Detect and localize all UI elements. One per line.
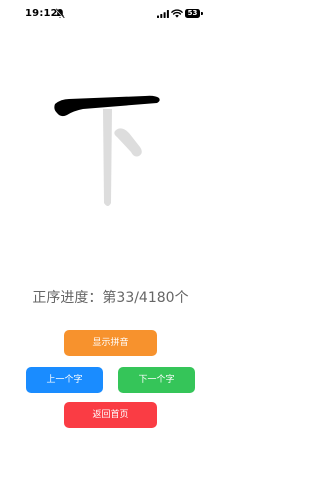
back-home-button[interactable]: 返回首页 [64, 402, 157, 428]
wifi-icon [171, 9, 183, 18]
next-character-button[interactable]: 下一个字 [118, 367, 195, 393]
previous-character-button[interactable]: 上一个字 [26, 367, 103, 393]
character-stroke-pending-dot [114, 128, 142, 157]
character-stroke-pending-vertical [103, 109, 112, 206]
show-pinyin-button[interactable]: 显示拼音 [64, 330, 157, 356]
status-bar: 19:12 53 [0, 0, 221, 30]
bell-slash-icon [55, 8, 65, 19]
battery-icon: 53 [185, 9, 200, 18]
battery-tip [201, 12, 203, 15]
status-time: 19:12 [25, 8, 58, 19]
progress-text: 正序进度：第33/4180个 [32, 290, 189, 306]
cellular-signal-icon [157, 10, 169, 18]
app-screen: 19:12 53 正序进度：第33/4180个 显示拼音 上一个字 下一个字 返… [0, 0, 221, 480]
character-stroke-display [54, 95, 160, 206]
